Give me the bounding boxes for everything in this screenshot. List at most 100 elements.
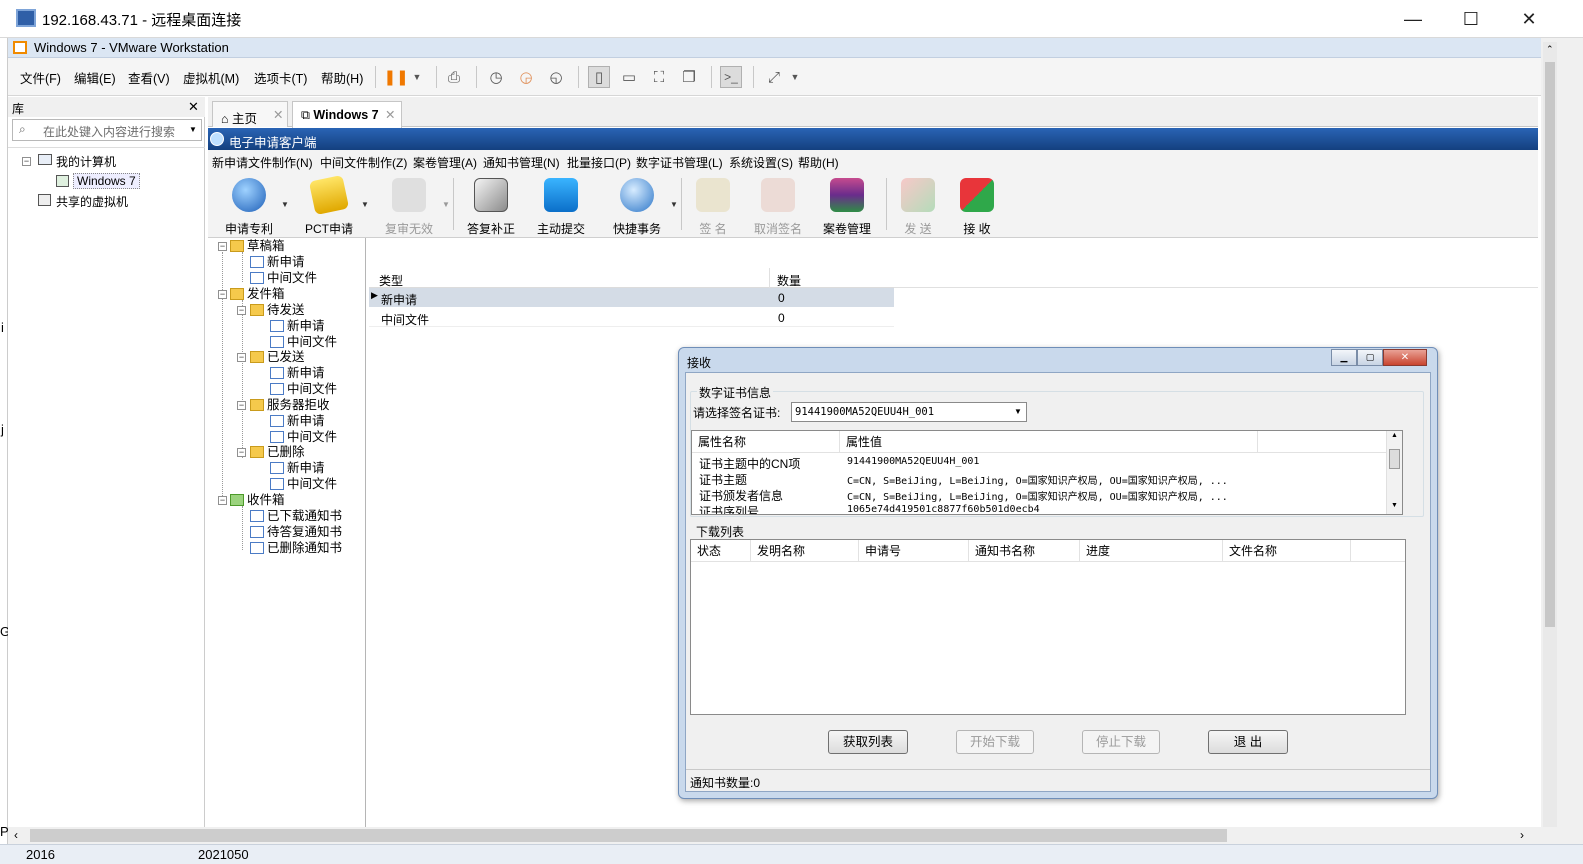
tab-home[interactable]: ⌂ 主页 ✕: [212, 101, 288, 127]
start-download-button[interactable]: 开始下载: [956, 730, 1034, 754]
menu-help[interactable]: 帮助(H): [321, 68, 363, 87]
horizontal-scrollbar[interactable]: ‹ ›: [8, 827, 1541, 844]
cancel-sign-button[interactable]: 取消签名: [743, 178, 813, 237]
scroll-up-icon[interactable]: ⌃: [1546, 44, 1554, 55]
scroll-thumb[interactable]: [30, 829, 1227, 842]
scroll-down-icon[interactable]: ▼: [1391, 502, 1398, 509]
snapshot-manager-icon[interactable]: ◵: [545, 66, 567, 88]
apply-patent-dropdown-icon[interactable]: ▼: [281, 200, 289, 209]
tree-collapse-icon[interactable]: −: [22, 157, 31, 166]
revert-snapshot-icon[interactable]: ◶: [515, 66, 537, 88]
tree-deleted-intermediate[interactable]: 中间文件: [270, 476, 337, 492]
tree-rejected-intermediate[interactable]: 中间文件: [270, 429, 337, 445]
tree-pending-send[interactable]: 待发送: [250, 302, 305, 318]
table-row[interactable]: 中间文件 0: [369, 307, 894, 327]
quick-affairs-button[interactable]: 快捷事务: [602, 178, 672, 237]
menu-vm[interactable]: 虚拟机(M): [183, 68, 239, 87]
dialog-minimize-button[interactable]: ▁: [1331, 349, 1357, 366]
dialog-close-button[interactable]: ✕: [1383, 349, 1427, 366]
tree-draft-intermediate[interactable]: 中间文件: [250, 270, 317, 286]
tree-collapse-icon[interactable]: −: [237, 448, 246, 457]
tree-deleted-new[interactable]: 新申请: [270, 460, 325, 476]
tree-shared-vms[interactable]: 共享的虚拟机: [56, 193, 128, 210]
cert-table-scrollbar[interactable]: ▲ ▼: [1386, 431, 1402, 514]
active-submit-button[interactable]: 主动提交: [526, 178, 596, 237]
tree-deleted[interactable]: 已删除: [250, 444, 305, 460]
sign-button[interactable]: 签 名: [678, 178, 748, 237]
apply-patent-button[interactable]: 申请专利: [214, 178, 284, 237]
receive-button[interactable]: 接 收: [942, 178, 1012, 237]
library-search-input[interactable]: ⌕ 在此处键入内容进行搜索 ▼: [12, 119, 202, 141]
tree-sent-intermediate[interactable]: 中间文件: [270, 381, 337, 397]
tree-deleted-notices[interactable]: 已删除通知书: [250, 540, 342, 556]
tab-windows7[interactable]: ⧉ Windows 7 ✕: [292, 101, 402, 128]
menu-tabs[interactable]: 选项卡(T): [254, 68, 307, 87]
tree-vm-windows7[interactable]: Windows 7: [73, 173, 140, 189]
tree-sent-new[interactable]: 新申请: [270, 365, 325, 381]
tree-collapse-icon[interactable]: −: [237, 401, 246, 410]
reexamination-dropdown-icon[interactable]: ▼: [442, 200, 450, 209]
tree-my-computer[interactable]: 我的计算机: [56, 153, 116, 170]
tree-awaiting-reply-notices[interactable]: 待答复通知书: [250, 524, 342, 540]
tree-sent[interactable]: 已发送: [250, 349, 305, 365]
rdp-maximize-button[interactable]: ☐: [1442, 0, 1500, 38]
tree-downloaded-notices[interactable]: 已下载通知书: [250, 508, 342, 524]
table-row[interactable]: ▶ 新申请 0: [369, 288, 894, 307]
scroll-thumb[interactable]: [1545, 62, 1555, 627]
tree-pending-intermediate[interactable]: 中间文件: [270, 334, 337, 350]
tab-close-icon[interactable]: ✕: [385, 107, 395, 122]
cert-select[interactable]: 91441900MA52QEUU4H_001 ▼: [791, 402, 1027, 422]
menu-new-application[interactable]: 新申请文件制作(N): [212, 154, 313, 171]
dialog-maximize-button[interactable]: ▢: [1357, 349, 1383, 366]
tree-draft-new[interactable]: 新申请: [250, 254, 305, 270]
unity-icon[interactable]: ❐: [678, 66, 700, 88]
tree-server-rejected[interactable]: 服务器拒收: [250, 397, 330, 413]
exit-button[interactable]: 退 出: [1208, 730, 1288, 754]
scroll-up-icon[interactable]: ▲: [1391, 432, 1398, 439]
thumbnail-icon[interactable]: ▭: [618, 66, 640, 88]
tree-collapse-icon[interactable]: −: [218, 496, 227, 505]
rdp-minimize-button[interactable]: —: [1384, 0, 1442, 38]
quick-affairs-dropdown-icon[interactable]: ▼: [670, 200, 678, 209]
pause-icon[interactable]: ❚❚: [383, 66, 408, 88]
tree-outbox[interactable]: 发件箱: [230, 286, 285, 302]
send-ctrl-alt-del-icon[interactable]: ⎙: [443, 66, 465, 88]
pct-dropdown-icon[interactable]: ▼: [361, 200, 369, 209]
pause-dropdown-icon[interactable]: ▼: [406, 66, 428, 88]
tree-collapse-icon[interactable]: −: [218, 290, 227, 299]
menu-intermediate-file[interactable]: 中间文件制作(Z): [320, 154, 407, 171]
stretch-dropdown-icon[interactable]: ▼: [784, 66, 806, 88]
full-screen-icon[interactable]: ⛶: [648, 66, 670, 88]
search-dropdown-icon[interactable]: ▼: [189, 125, 197, 134]
fetch-list-button[interactable]: 获取列表: [828, 730, 908, 754]
tree-inbox[interactable]: 收件箱: [230, 492, 285, 508]
menu-batch-interface[interactable]: 批量接口(P): [567, 154, 631, 171]
vertical-scrollbar[interactable]: ⌃: [1543, 42, 1557, 827]
scroll-thumb[interactable]: [1389, 449, 1400, 469]
tree-collapse-icon[interactable]: −: [237, 353, 246, 362]
scroll-left-icon[interactable]: ‹: [14, 828, 18, 842]
menu-system-settings[interactable]: 系统设置(S): [729, 154, 793, 171]
menu-help[interactable]: 帮助(H): [798, 154, 839, 171]
scroll-right-icon[interactable]: ›: [1520, 828, 1524, 842]
tree-collapse-icon[interactable]: −: [237, 306, 246, 315]
menu-notice-management[interactable]: 通知书管理(N): [483, 154, 560, 171]
menu-view[interactable]: 查看(V): [128, 68, 170, 87]
stretch-icon[interactable]: ⤢: [763, 66, 785, 88]
case-management-button[interactable]: 案卷管理: [812, 178, 882, 237]
show-library-icon[interactable]: ▯: [588, 66, 610, 88]
menu-certificate-management[interactable]: 数字证书管理(L): [636, 154, 723, 171]
stop-download-button[interactable]: 停止下载: [1082, 730, 1160, 754]
console-icon[interactable]: >_: [720, 66, 742, 88]
reply-correction-button[interactable]: 答复补正: [456, 178, 526, 237]
rdp-close-button[interactable]: ✕: [1500, 0, 1558, 38]
snapshot-icon[interactable]: ◷: [485, 66, 507, 88]
library-close-icon[interactable]: ✕: [188, 99, 199, 115]
menu-file[interactable]: 文件(F): [20, 68, 61, 87]
tree-draft-box[interactable]: 草稿箱: [230, 238, 285, 254]
tree-pending-new[interactable]: 新申请: [270, 318, 325, 334]
menu-edit[interactable]: 编辑(E): [74, 68, 116, 87]
reexamination-button[interactable]: 复审无效: [374, 178, 444, 237]
tree-rejected-new[interactable]: 新申请: [270, 413, 325, 429]
tab-close-icon[interactable]: ✕: [273, 107, 283, 122]
